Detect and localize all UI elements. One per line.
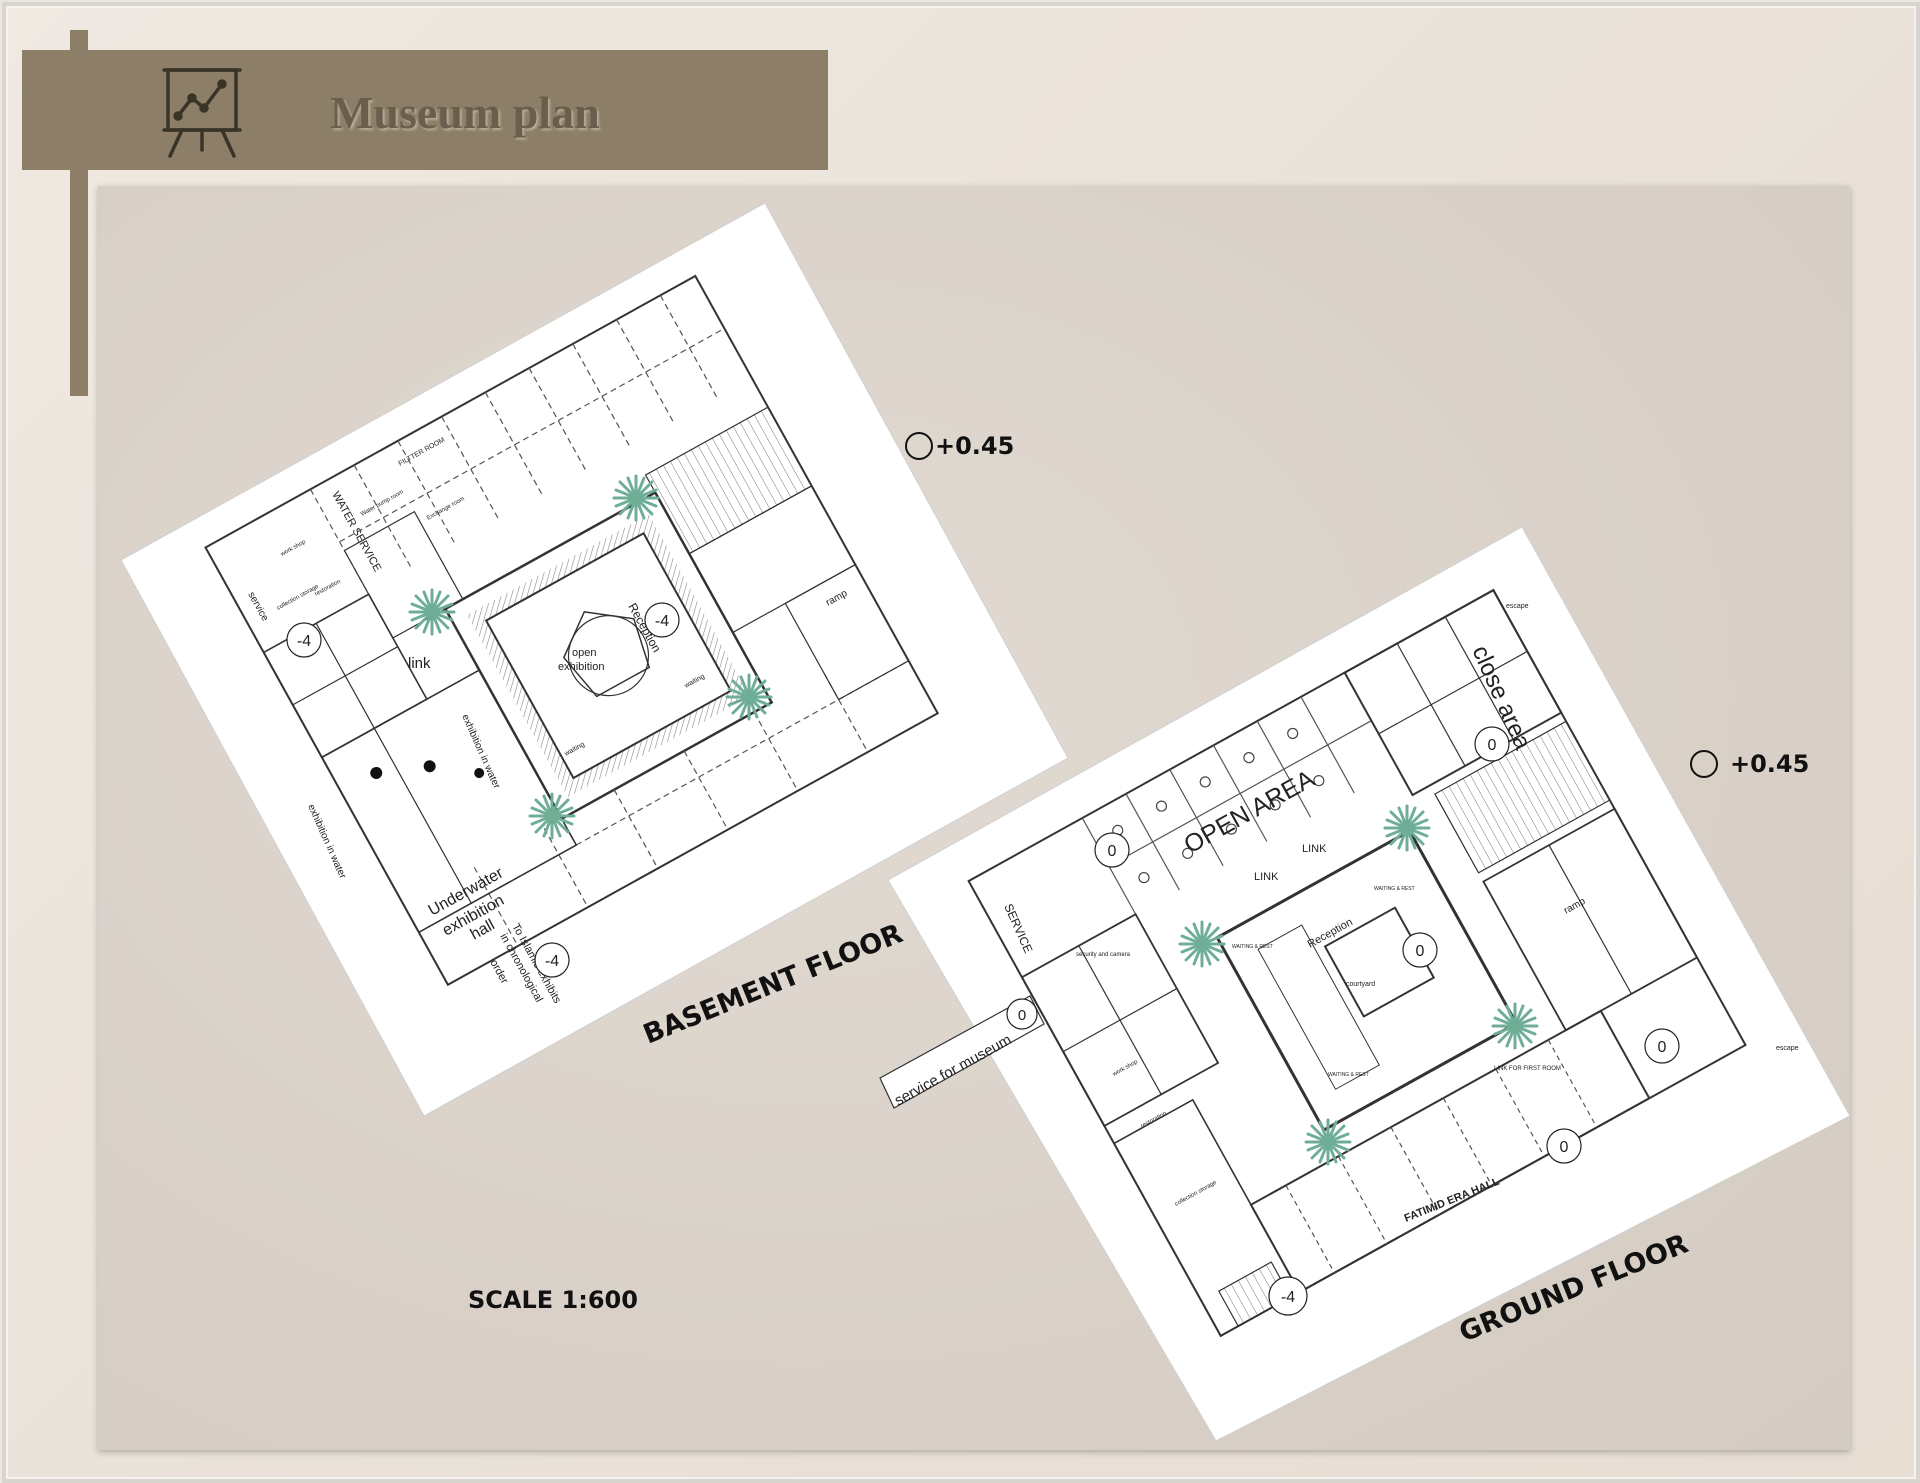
svg-text:0: 0 [1560, 1139, 1569, 1156]
basement-plan: FILTTER ROOM WATER SERVICE Water pump ro… [120, 202, 1069, 1117]
level-marker: 0 [1402, 932, 1438, 968]
link-label: link [408, 655, 431, 672]
ground-level-indicator: +0.45 [1690, 750, 1809, 778]
escape-label-1: escape [1506, 603, 1529, 610]
level-marker: 0 [1094, 832, 1130, 868]
level-marker: -4 [644, 602, 680, 638]
level-marker: -4 [534, 942, 570, 978]
svg-text:0: 0 [1416, 943, 1425, 960]
svg-text:0: 0 [1488, 737, 1497, 754]
waiting-rest-label-1: WAITING & REST [1374, 886, 1415, 892]
svg-text:-4: -4 [1281, 1289, 1295, 1306]
link-label-2: LINK [1254, 871, 1279, 883]
level-marker: -4 [286, 622, 322, 658]
svg-text:0: 0 [1108, 843, 1117, 860]
svg-text:0: 0 [1018, 1007, 1026, 1024]
courtyard-label: courtyard [1346, 981, 1375, 988]
svg-text:-4: -4 [297, 633, 311, 650]
escape-label-2: escape [1776, 1045, 1799, 1052]
scale-label: SCALE 1:600 [468, 1286, 638, 1314]
level-marker: 0 [1474, 726, 1510, 762]
level-marker: 0 [1006, 998, 1038, 1030]
security-label: security and camera [1076, 952, 1131, 958]
open-exhibition-label-2: exhibition [558, 661, 604, 673]
waiting-rest-label-3: WAITING & REST [1328, 1072, 1369, 1078]
svg-text:-4: -4 [655, 613, 669, 630]
open-exhibition-label-1: open [572, 647, 596, 659]
level-marker: 0 [1546, 1128, 1582, 1164]
ground-plan: service for museum OPEN AREA close area … [879, 526, 1851, 1442]
svg-text:0: 0 [1658, 1039, 1667, 1056]
basement-level-indicator: +0.45 [905, 432, 1014, 460]
level-circle-icon [905, 432, 933, 460]
plans-layer: FILTTER ROOM WATER SERVICE Water pump ro… [120, 202, 1851, 1442]
svg-text:-4: -4 [545, 953, 559, 970]
level-marker: 0 [1644, 1028, 1680, 1064]
waiting-rest-label-2: WAITING & REST [1232, 944, 1273, 950]
level-marker: -4 [1268, 1276, 1308, 1316]
link-first-room-label: LINK FOR FIRST ROOM [1494, 1066, 1561, 1072]
link-label-1: LINK [1302, 843, 1327, 855]
level-circle-icon [1690, 750, 1718, 778]
